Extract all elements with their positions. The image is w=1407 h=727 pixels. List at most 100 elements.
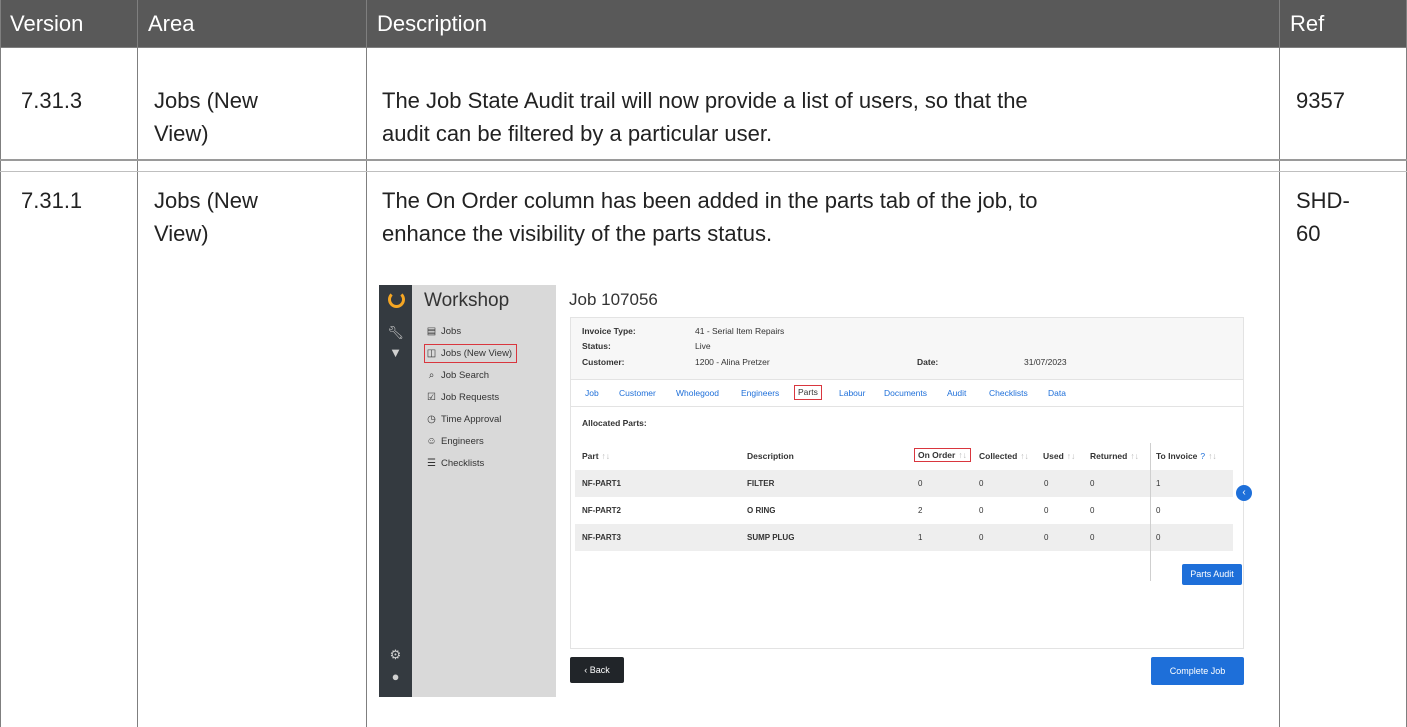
column-header-used[interactable]: Used ↑↓ bbox=[1043, 451, 1075, 461]
table-row[interactable]: NF-PART1 FILTER 0 0 0 0 1 bbox=[575, 470, 1233, 497]
tab-data[interactable]: Data bbox=[1048, 388, 1066, 398]
job-info: Invoice Type: 41 - Serial Item Repairs S… bbox=[571, 318, 1243, 380]
description-cell: FILTER bbox=[747, 479, 775, 488]
clock-icon: ◷ bbox=[427, 414, 436, 425]
header-ref: Ref bbox=[1280, 0, 1407, 47]
search-icon: ⌕ bbox=[428, 370, 435, 381]
user-icon[interactable]: ● bbox=[379, 669, 412, 684]
description-cell: O RING bbox=[747, 506, 776, 515]
status-label: Status: bbox=[582, 341, 611, 351]
to-invoice-cell: 0 bbox=[1156, 506, 1161, 515]
sort-icon[interactable]: ↑↓ bbox=[958, 450, 967, 460]
sidebar-item-jobs-new-view[interactable]: ◫ Jobs (New View) bbox=[423, 344, 518, 363]
to-invoice-cell: 1 bbox=[1156, 479, 1161, 488]
sidebar-item-job-requests[interactable]: ☑ Job Requests bbox=[425, 389, 499, 406]
on-order-cell: 0 bbox=[918, 479, 923, 488]
sort-icon[interactable]: ↑↓ bbox=[602, 451, 611, 461]
columns-icon: ◫ bbox=[426, 348, 437, 359]
sidebar-item-job-search[interactable]: ⌕ Job Search bbox=[425, 367, 489, 384]
chevron-left-icon[interactable]: ‹ bbox=[1236, 485, 1252, 501]
sort-icon[interactable]: ↑↓ bbox=[1130, 451, 1139, 461]
to-invoice-cell: 0 bbox=[1156, 533, 1161, 542]
header-version: Version bbox=[0, 0, 137, 47]
row-description-line1: The Job State Audit trail will now provi… bbox=[382, 88, 1028, 113]
row-description-line2: audit can be filtered by a particular us… bbox=[382, 121, 773, 146]
sticky-column-divider bbox=[1150, 443, 1151, 581]
column-divider bbox=[366, 0, 367, 727]
row-description-line1: The On Order column has been added in th… bbox=[382, 188, 1038, 213]
row-version: 7.31.1 bbox=[21, 188, 83, 213]
sidebar-item-time-approval[interactable]: ◷ Time Approval bbox=[425, 411, 501, 428]
page-title: Job 107056 bbox=[569, 290, 658, 309]
column-divider bbox=[137, 0, 138, 727]
column-header-part[interactable]: Part ↑↓ bbox=[582, 451, 610, 461]
tab-customer[interactable]: Customer bbox=[619, 388, 656, 398]
row-ref-line2: 60 bbox=[1296, 221, 1321, 246]
parts-audit-button[interactable]: Parts Audit bbox=[1182, 564, 1242, 585]
column-header-returned[interactable]: Returned ↑↓ bbox=[1090, 451, 1139, 461]
tab-engineers[interactable]: Engineers bbox=[741, 388, 779, 398]
date-label: Date: bbox=[917, 357, 939, 367]
help-icon[interactable]: ? bbox=[1200, 451, 1205, 461]
wrench-icon[interactable]: 🔧︎ bbox=[379, 325, 412, 341]
row-area-line1: Jobs (New bbox=[154, 188, 258, 213]
row-divider bbox=[0, 171, 1407, 172]
sort-icon[interactable]: ↑↓ bbox=[1067, 451, 1076, 461]
row-description-line2: enhance the visibility of the parts stat… bbox=[382, 221, 773, 246]
row-area-line1: Jobs (New bbox=[154, 88, 258, 113]
sort-icon[interactable]: ↑↓ bbox=[1208, 451, 1217, 461]
sidebar-item-checklists[interactable]: ☰ Checklists bbox=[425, 455, 484, 472]
tab-checklists[interactable]: Checklists bbox=[989, 388, 1028, 398]
job-card: Invoice Type: 41 - Serial Item Repairs S… bbox=[570, 317, 1244, 649]
on-order-cell: 1 bbox=[918, 533, 923, 542]
row-ref: 9357 bbox=[1296, 88, 1345, 113]
returned-cell: 0 bbox=[1090, 506, 1095, 515]
tab-job[interactable]: Job bbox=[585, 388, 599, 398]
tab-wholegood[interactable]: Wholegood bbox=[676, 388, 719, 398]
sidebar-item-engineers[interactable]: ☺ Engineers bbox=[425, 433, 483, 450]
collected-cell: 0 bbox=[979, 479, 984, 488]
table-row[interactable]: NF-PART2 O RING 2 0 0 0 0 bbox=[575, 497, 1233, 524]
column-divider bbox=[0, 0, 1, 727]
row-version: 7.31.3 bbox=[21, 88, 83, 113]
job-tabs: Job Customer Wholegood Engineers Parts L… bbox=[571, 380, 1243, 407]
column-header-on-order[interactable]: On Order ↑↓ bbox=[914, 448, 971, 462]
column-header-to-invoice[interactable]: To Invoice? ↑↓ bbox=[1156, 451, 1217, 461]
sidebar: Workshop ▤ Jobs ◫ Jobs (New View) ⌕ Job Sea… bbox=[412, 285, 556, 697]
column-divider bbox=[1279, 0, 1280, 727]
invoice-type-label: Invoice Type: bbox=[582, 326, 636, 336]
used-cell: 0 bbox=[1044, 479, 1049, 488]
date-value: 31/07/2023 bbox=[1024, 357, 1067, 367]
row-ref-line1: SHD- bbox=[1296, 188, 1350, 213]
on-order-cell: 2 bbox=[918, 506, 923, 515]
back-button[interactable]: ‹ Back bbox=[570, 657, 624, 683]
basket-icon[interactable]: ▼ bbox=[379, 345, 412, 360]
customer-label: Customer: bbox=[582, 357, 625, 367]
tab-documents[interactable]: Documents bbox=[884, 388, 927, 398]
used-cell: 0 bbox=[1044, 506, 1049, 515]
row-area-line2: View) bbox=[154, 221, 209, 246]
part-cell: NF-PART1 bbox=[582, 479, 621, 488]
column-header-collected[interactable]: Collected ↑↓ bbox=[979, 451, 1029, 461]
header-area: Area bbox=[138, 0, 366, 47]
logo-icon bbox=[388, 291, 405, 308]
used-cell: 0 bbox=[1044, 533, 1049, 542]
tab-labour[interactable]: Labour bbox=[839, 388, 865, 398]
gear-icon[interactable]: ⚙ bbox=[379, 647, 412, 663]
description-cell: SUMP PLUG bbox=[747, 533, 795, 542]
tab-parts[interactable]: Parts bbox=[794, 385, 822, 400]
complete-job-button[interactable]: Complete Job bbox=[1151, 657, 1244, 685]
icon-rail: 🔧︎ ▼ ⚙ ● bbox=[379, 285, 412, 697]
returned-cell: 0 bbox=[1090, 533, 1095, 542]
returned-cell: 0 bbox=[1090, 479, 1095, 488]
table-row[interactable]: NF-PART3 SUMP PLUG 1 0 0 0 0 bbox=[575, 524, 1233, 551]
collected-cell: 0 bbox=[979, 506, 984, 515]
sort-icon[interactable]: ↑↓ bbox=[1020, 451, 1029, 461]
app-title: Workshop bbox=[424, 290, 510, 311]
part-cell: NF-PART3 bbox=[582, 533, 621, 542]
clipboard-icon: ▤ bbox=[426, 326, 437, 337]
collected-cell: 0 bbox=[979, 533, 984, 542]
sidebar-item-jobs[interactable]: ▤ Jobs bbox=[425, 323, 461, 340]
tab-audit[interactable]: Audit bbox=[947, 388, 966, 398]
allocated-parts-heading: Allocated Parts: bbox=[582, 418, 647, 428]
